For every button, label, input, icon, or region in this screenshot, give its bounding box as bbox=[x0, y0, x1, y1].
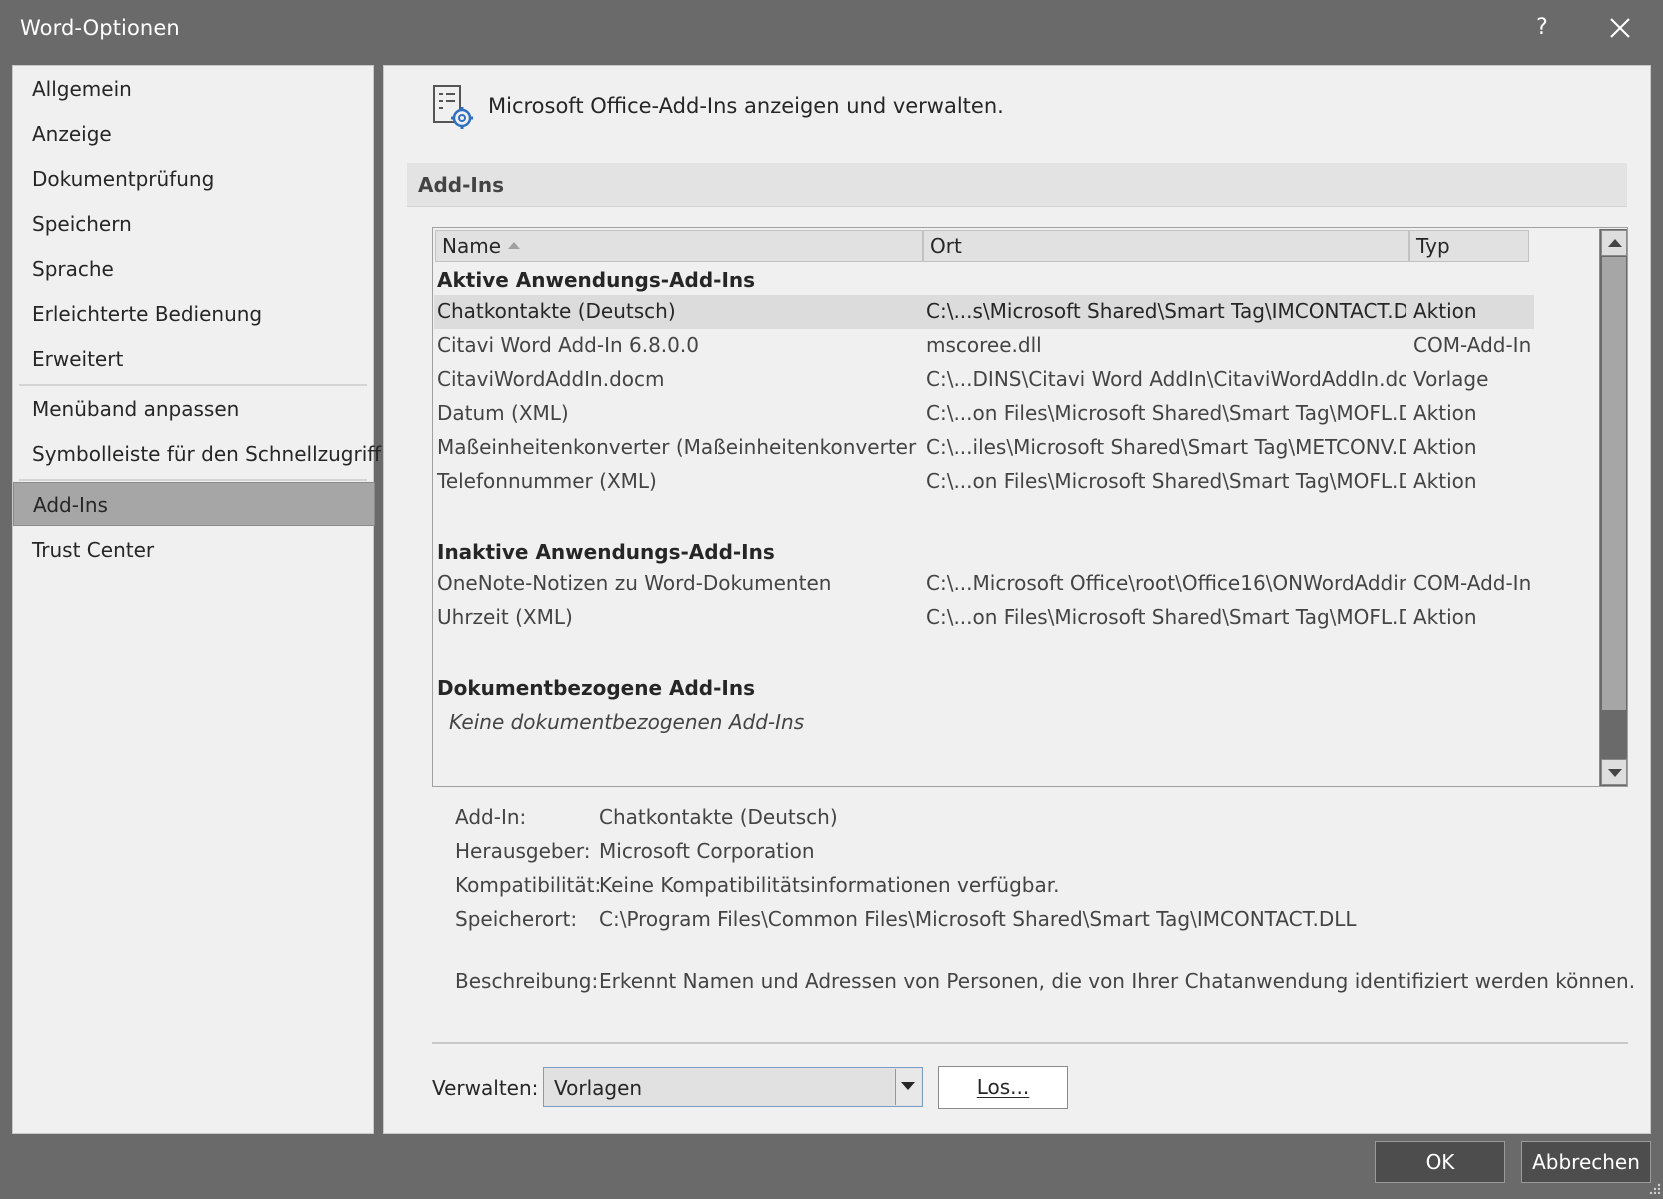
sidebar-item-dokumentpruefung[interactable]: Dokumentprüfung bbox=[13, 157, 373, 201]
chevron-down-icon bbox=[901, 1082, 915, 1090]
cell-typ: Vorlage bbox=[1413, 367, 1489, 391]
manage-label: Verwalten: bbox=[432, 1076, 539, 1100]
section-title: Add-Ins bbox=[418, 173, 504, 197]
sidebar-divider bbox=[19, 479, 367, 481]
scroll-up-button[interactable] bbox=[1601, 230, 1627, 256]
options-sidebar: Allgemein Anzeige Dokumentprüfung Speich… bbox=[12, 65, 381, 1134]
cell-ort: C:\...on Files\Microsoft Shared\Smart Ta… bbox=[926, 605, 1406, 629]
manage-dropdown-button[interactable] bbox=[895, 1069, 921, 1105]
table-row[interactable]: Telefonnummer (XML) C:\...on Files\Micro… bbox=[434, 465, 1534, 499]
detail-label-description: Beschreibung: bbox=[455, 969, 599, 993]
sidebar-item-trust-center[interactable]: Trust Center bbox=[13, 528, 373, 572]
close-icon bbox=[1610, 18, 1630, 38]
cell-name: Datum (XML) bbox=[437, 401, 569, 425]
scroll-up-icon bbox=[1608, 239, 1622, 247]
ok-button[interactable]: OK bbox=[1375, 1141, 1505, 1183]
column-header-name-label: Name bbox=[442, 234, 502, 258]
column-header-name[interactable]: Name bbox=[435, 230, 923, 262]
group-label-inactive: Inaktive Anwendungs-Add-Ins bbox=[437, 540, 775, 564]
cell-name: Uhrzeit (XML) bbox=[437, 605, 573, 629]
resize-grip-icon[interactable] bbox=[1648, 1182, 1662, 1196]
scroll-down-icon bbox=[1608, 769, 1622, 777]
cell-name: Chatkontakte (Deutsch) bbox=[437, 299, 676, 323]
group-label-active: Aktive Anwendungs-Add-Ins bbox=[437, 268, 756, 292]
sidebar-item-sprache[interactable]: Sprache bbox=[13, 247, 373, 291]
empty-note: Keine dokumentbezogenen Add-Ins bbox=[449, 710, 805, 734]
divider bbox=[432, 1042, 1628, 1044]
addins-settings-icon bbox=[433, 85, 473, 129]
addins-list[interactable]: Name Ort Typ Aktive Anwendungs-Add-Ins C… bbox=[432, 227, 1628, 787]
table-row[interactable]: Citavi Word Add-In 6.8.0.0 mscoree.dll C… bbox=[434, 329, 1534, 363]
column-header-ort[interactable]: Ort bbox=[923, 230, 1409, 262]
cell-typ: Aktion bbox=[1413, 469, 1477, 493]
sidebar-item-anzeige[interactable]: Anzeige bbox=[13, 112, 373, 156]
cell-ort: C:\...on Files\Microsoft Shared\Smart Ta… bbox=[926, 469, 1406, 493]
table-row[interactable]: OneNote-Notizen zu Word-Dokumenten C:\..… bbox=[434, 567, 1534, 601]
detail-value-location: C:\Program Files\Common Files\Microsoft … bbox=[599, 907, 1357, 931]
cell-typ: Aktion bbox=[1413, 401, 1477, 425]
cell-ort: C:\...s\Microsoft Shared\Smart Tag\IMCON… bbox=[926, 299, 1406, 323]
detail-value-publisher: Microsoft Corporation bbox=[599, 839, 815, 863]
cell-ort: C:\...on Files\Microsoft Shared\Smart Ta… bbox=[926, 401, 1406, 425]
addins-panel: Microsoft Office-Add-Ins anzeigen und ve… bbox=[383, 65, 1651, 1134]
sidebar-item-add-ins[interactable]: Add-Ins bbox=[13, 482, 375, 526]
cell-ort: C:\...Microsoft Office\root\Office16\ONW… bbox=[926, 571, 1406, 595]
detail-value-compat: Keine Kompatibilitätsinformationen verfü… bbox=[599, 873, 1060, 897]
sidebar-item-erleichterte-bedienung[interactable]: Erleichterte Bedienung bbox=[13, 292, 373, 336]
help-button[interactable]: ? bbox=[1522, 10, 1562, 46]
word-options-dialog: Word-Optionen ? Allgemein Anzeige Dokume… bbox=[0, 0, 1663, 1199]
sidebar-item-menueband-anpassen[interactable]: Menüband anpassen bbox=[13, 387, 373, 431]
table-row[interactable]: CitaviWordAddIn.docm C:\...DINS\Citavi W… bbox=[434, 363, 1534, 397]
detail-value-addin: Chatkontakte (Deutsch) bbox=[599, 805, 838, 829]
scroll-down-button[interactable] bbox=[1601, 759, 1627, 785]
cell-name: OneNote-Notizen zu Word-Dokumenten bbox=[437, 571, 832, 595]
table-row[interactable]: Datum (XML) C:\...on Files\Microsoft Sha… bbox=[434, 397, 1534, 431]
cell-ort: C:\...DINS\Citavi Word AddIn\CitaviWordA… bbox=[926, 367, 1406, 391]
cell-name: Maßeinheitenkonverter (Maßeinheitenkonve… bbox=[437, 435, 917, 459]
cell-typ: COM-Add-In bbox=[1413, 333, 1532, 357]
scroll-thumb[interactable] bbox=[1602, 257, 1626, 710]
manage-select-value: Vorlagen bbox=[554, 1076, 643, 1100]
page-heading: Microsoft Office-Add-Ins anzeigen und ve… bbox=[488, 94, 1004, 118]
detail-label-addin: Add-In: bbox=[455, 805, 527, 829]
sort-ascending-icon bbox=[508, 242, 521, 249]
cell-ort: C:\...iles\Microsoft Shared\Smart Tag\ME… bbox=[926, 435, 1406, 459]
cell-ort: mscoree.dll bbox=[926, 333, 1042, 357]
cancel-button[interactable]: Abbrechen bbox=[1521, 1141, 1651, 1183]
cell-typ: Aktion bbox=[1413, 435, 1477, 459]
go-button[interactable]: Los... bbox=[938, 1066, 1068, 1109]
detail-value-description: Erkennt Namen und Adressen von Personen,… bbox=[599, 969, 1636, 993]
list-scrollbar[interactable] bbox=[1599, 229, 1627, 786]
close-button[interactable] bbox=[1600, 10, 1640, 46]
sidebar-item-erweitert[interactable]: Erweitert bbox=[13, 337, 373, 381]
column-header-typ[interactable]: Typ bbox=[1409, 230, 1529, 262]
sidebar-item-speichern[interactable]: Speichern bbox=[13, 202, 373, 246]
table-row[interactable]: Maßeinheitenkonverter (Maßeinheitenkonve… bbox=[434, 431, 1534, 465]
table-row[interactable]: Chatkontakte (Deutsch) C:\...s\Microsoft… bbox=[434, 295, 1534, 329]
sidebar-item-allgemein[interactable]: Allgemein bbox=[13, 67, 373, 111]
title-bar: Word-Optionen ? bbox=[0, 0, 1663, 58]
manage-select[interactable]: Vorlagen bbox=[543, 1067, 923, 1107]
cell-name: Telefonnummer (XML) bbox=[437, 469, 657, 493]
cell-typ: COM-Add-In bbox=[1413, 571, 1532, 595]
cell-name: Citavi Word Add-In 6.8.0.0 bbox=[437, 333, 699, 357]
section-header: Add-Ins bbox=[407, 163, 1627, 207]
cell-typ: Aktion bbox=[1413, 299, 1477, 323]
sidebar-divider bbox=[19, 384, 367, 386]
sidebar-item-schnellzugriff[interactable]: Symbolleiste für den Schnellzugriff bbox=[13, 432, 381, 476]
table-row[interactable]: Uhrzeit (XML) C:\...on Files\Microsoft S… bbox=[434, 601, 1534, 635]
detail-label-compat: Kompatibilität: bbox=[455, 873, 602, 897]
group-label-document: Dokumentbezogene Add-Ins bbox=[437, 676, 755, 700]
detail-label-publisher: Herausgeber: bbox=[455, 839, 591, 863]
detail-label-location: Speicherort: bbox=[455, 907, 578, 931]
cell-typ: Aktion bbox=[1413, 605, 1477, 629]
cell-name: CitaviWordAddIn.docm bbox=[437, 367, 665, 391]
window-title: Word-Optionen bbox=[20, 16, 180, 40]
